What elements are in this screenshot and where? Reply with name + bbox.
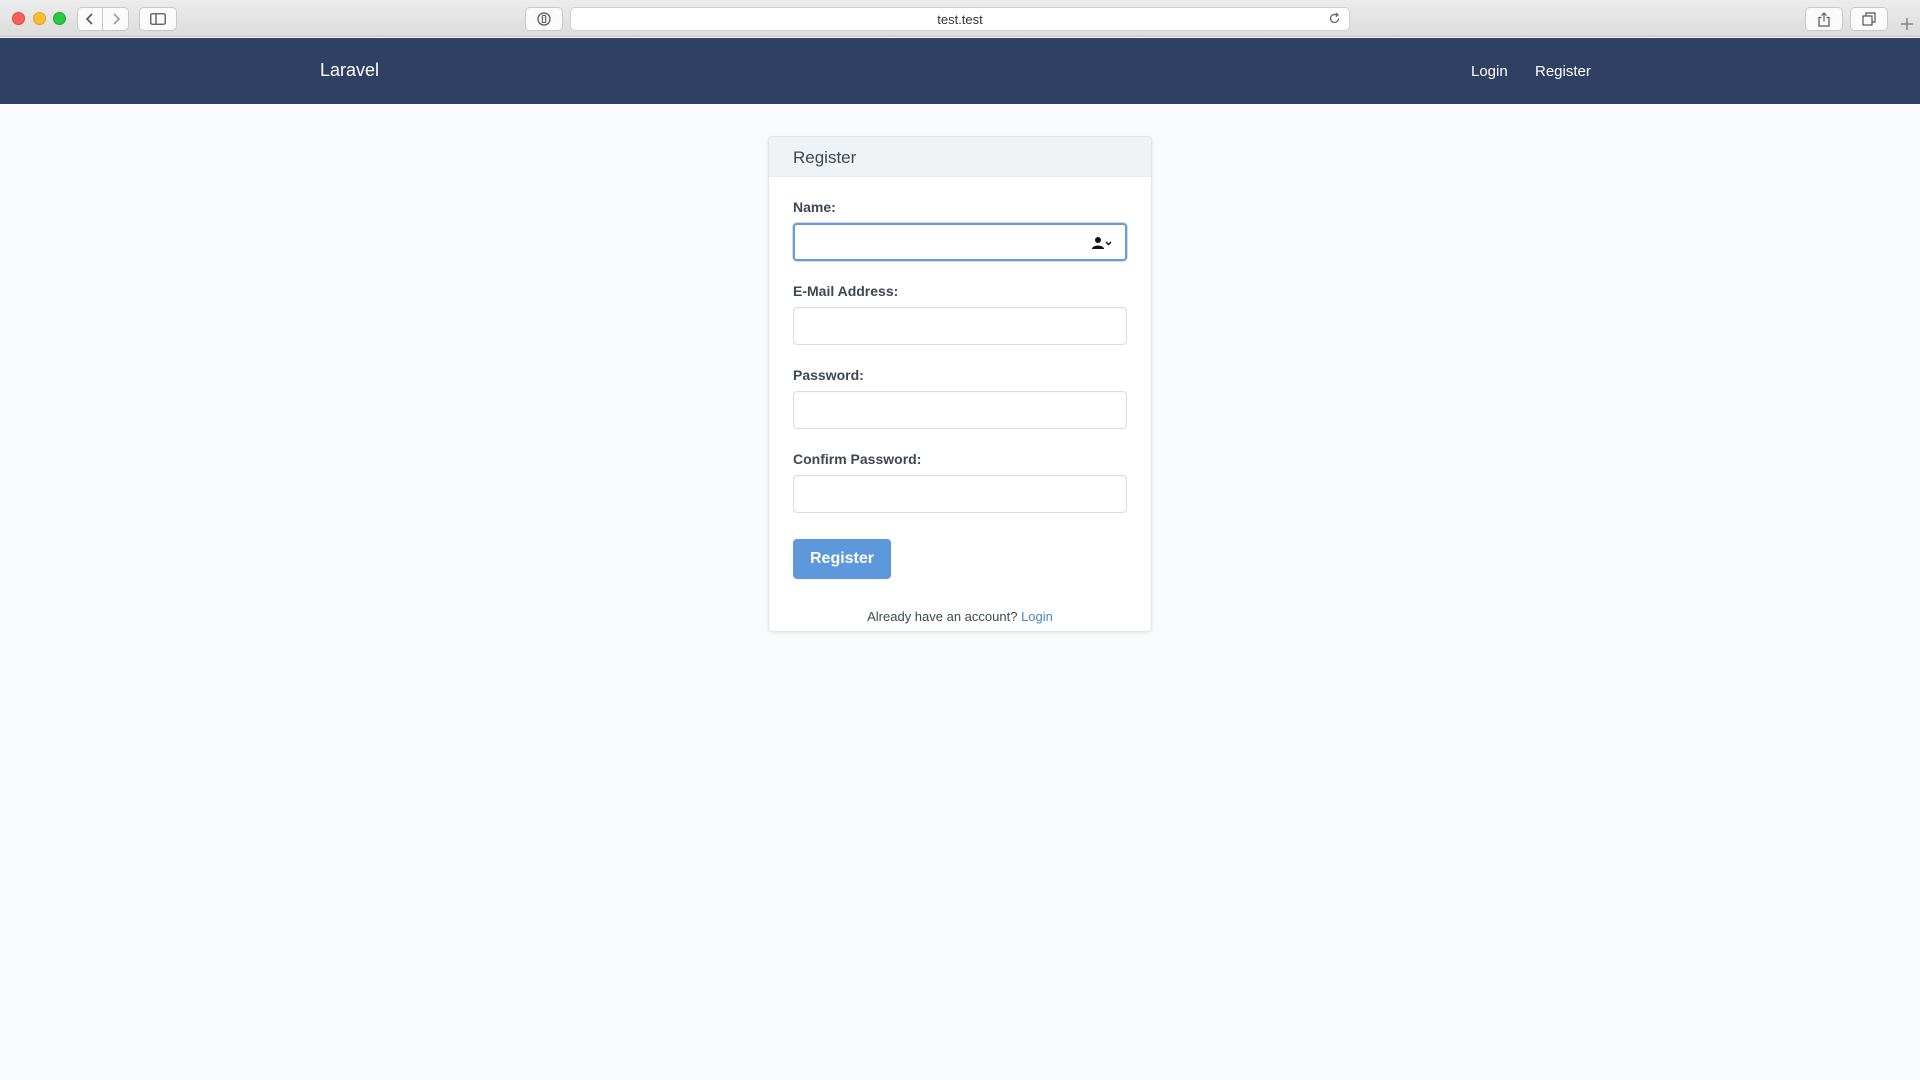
- confirm-password-label: Confirm Password:: [793, 451, 922, 467]
- email-field-group: E-Mail Address:: [793, 283, 1127, 345]
- forward-button[interactable]: [103, 7, 129, 31]
- password-input-wrapper: [793, 391, 1127, 429]
- register-card: Register Name: E-Mail Address: Password:…: [768, 136, 1152, 632]
- privacy-report-icon: [537, 12, 551, 26]
- card-title: Register: [769, 137, 1151, 177]
- sidebar-button[interactable]: [139, 7, 177, 31]
- password-input[interactable]: [794, 392, 1126, 428]
- name-label: Name:: [793, 199, 836, 215]
- sidebar-icon: [150, 13, 166, 25]
- brand-logo[interactable]: Laravel: [320, 60, 379, 81]
- name-input-wrapper: [793, 223, 1127, 261]
- privacy-report-button[interactable]: [525, 7, 563, 31]
- nav-login-link[interactable]: Login: [1471, 63, 1508, 80]
- share-button[interactable]: [1805, 7, 1843, 31]
- login-prompt-text: Already have an account?: [867, 609, 1018, 624]
- url-text: test.test: [937, 12, 983, 27]
- contact-card-icon: [1092, 237, 1112, 249]
- contact-autofill-button[interactable]: [1091, 236, 1113, 250]
- minimize-window-button[interactable]: [33, 12, 46, 25]
- register-form: Name: E-Mail Address: Password: Confirm …: [769, 177, 1151, 579]
- plus-icon: [1901, 18, 1913, 30]
- password-field-group: Password:: [793, 367, 1127, 429]
- close-window-button[interactable]: [12, 12, 25, 25]
- tab-overview-icon: [1862, 12, 1876, 26]
- share-icon: [1818, 11, 1830, 27]
- app-navbar: Laravel Login Register: [0, 38, 1920, 104]
- email-label: E-Mail Address:: [793, 283, 899, 299]
- confirm-password-field-group: Confirm Password:: [793, 451, 1127, 513]
- address-bar[interactable]: test.test: [570, 7, 1350, 31]
- confirm-password-input[interactable]: [794, 476, 1126, 512]
- chevron-right-icon: [112, 13, 120, 25]
- login-prompt: Already have an account? Login: [769, 609, 1151, 624]
- email-input[interactable]: [794, 308, 1126, 344]
- new-tab-button[interactable]: [1897, 14, 1917, 34]
- password-label: Password:: [793, 367, 864, 383]
- nav-register-link[interactable]: Register: [1535, 63, 1591, 80]
- reload-button[interactable]: [1328, 12, 1341, 30]
- back-button[interactable]: [77, 7, 103, 31]
- name-field-group: Name:: [793, 199, 1127, 261]
- maximize-window-button[interactable]: [53, 12, 66, 25]
- browser-toolbar: test.test: [0, 0, 1920, 37]
- tab-overview-button[interactable]: [1850, 7, 1888, 31]
- register-button[interactable]: Register: [793, 539, 891, 579]
- login-link[interactable]: Login: [1021, 609, 1053, 624]
- email-input-wrapper: [793, 307, 1127, 345]
- chevron-left-icon: [85, 13, 93, 25]
- name-input[interactable]: [795, 225, 1125, 259]
- reload-icon: [1329, 12, 1340, 24]
- confirm-password-input-wrapper: [793, 475, 1127, 513]
